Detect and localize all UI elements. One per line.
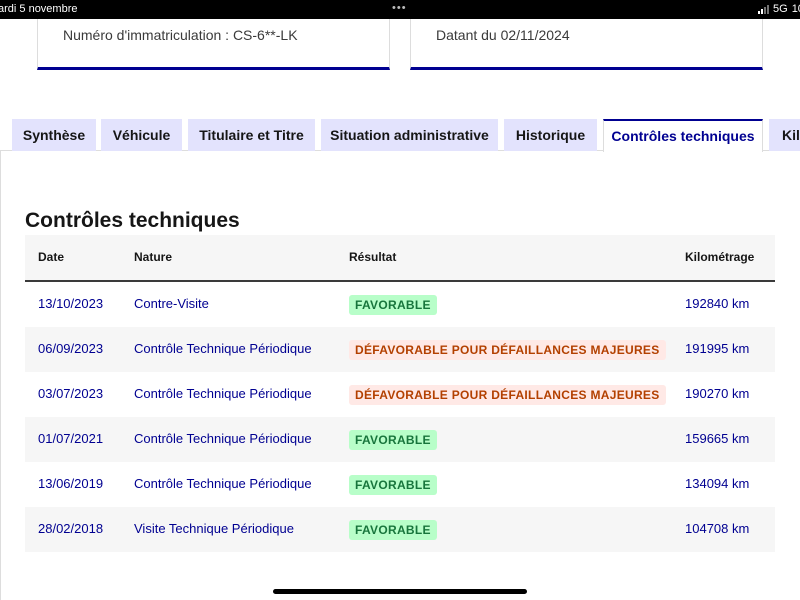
table-row: 06/09/2023 Contrôle Technique Périodique… [25,327,775,372]
tab-synthese[interactable]: Synthèse [12,119,96,151]
result-badge: FAVORABLE [349,475,437,495]
registration-number: Numéro d'immatriculation : CS-6**-LK [63,27,298,43]
technical-inspections-table: Date Nature Résultat Kilométrage 13/10/2… [25,235,775,552]
tab-historique[interactable]: Historique [504,119,597,151]
panel-border [0,150,1,600]
result-badge: FAVORABLE [349,430,437,450]
status-bar: ardi 5 novembre ••• 5G 10 [0,0,800,19]
column-header-result: Résultat [349,250,397,264]
row-date: 28/02/2018 [38,521,104,536]
tab-titulaire-et-titre[interactable]: Titulaire et Titre [188,119,315,151]
tab-list: Synthèse Véhicule Titulaire et Titre Sit… [0,119,800,152]
row-date: 01/07/2021 [38,431,104,446]
row-date: 06/09/2023 [38,341,104,356]
table-row: 13/10/2023 Contre-Visite FAVORABLE 19284… [25,282,775,327]
status-right: 5G 10 [758,3,800,15]
table-row: 03/07/2023 Contrôle Technique Périodique… [25,372,775,417]
row-nature: Contrôle Technique Périodique [134,386,312,401]
tab-situation-administrative[interactable]: Situation administrative [321,119,498,151]
table-header: Date Nature Résultat Kilométrage [25,235,775,282]
row-km: 192840 km [685,296,750,311]
row-nature: Contre-Visite [134,296,209,311]
battery-label: 10 [791,3,800,15]
tab-controles-techniques[interactable]: Contrôles techniques [603,119,763,152]
row-km: 134094 km [685,476,750,491]
column-header-date: Date [38,250,65,264]
row-km: 191995 km [685,341,750,356]
multitasking-dots-icon[interactable]: ••• [392,2,407,14]
row-km: 159665 km [685,431,750,446]
table-row: 01/07/2021 Contrôle Technique Périodique… [25,417,775,462]
result-badge: DÉFAVORABLE POUR DÉFAILLANCES MAJEURES [349,340,666,360]
result-badge: FAVORABLE [349,520,437,540]
row-date: 13/06/2019 [38,476,104,491]
registration-card: Numéro d'immatriculation : CS-6**-LK [37,19,390,70]
page-title: Contrôles techniques [25,209,240,232]
network-label: 5G [773,3,788,15]
row-nature: Contrôle Technique Périodique [134,476,312,491]
tab-kilometrage[interactable]: Kilo [769,119,800,151]
result-badge: DÉFAVORABLE POUR DÉFAILLANCES MAJEURES [349,385,666,405]
row-date: 03/07/2023 [38,386,104,401]
row-km: 104708 km [685,521,750,536]
row-km: 190270 km [685,386,750,401]
row-nature: Contrôle Technique Périodique [134,341,312,356]
row-nature: Contrôle Technique Périodique [134,431,312,446]
column-header-km: Kilométrage [685,250,755,264]
home-indicator[interactable] [273,589,527,594]
status-date: ardi 5 novembre [0,3,78,15]
tab-vehicule[interactable]: Véhicule [101,119,182,151]
column-header-nature: Nature [134,250,173,264]
date-card: Datant du 02/11/2024 [410,19,763,70]
row-date: 13/10/2023 [38,296,104,311]
row-nature: Visite Technique Périodique [134,521,294,536]
signal-icon [758,4,769,14]
certificate-date: Datant du 02/11/2024 [436,27,570,43]
result-badge: FAVORABLE [349,295,437,315]
table-row: 13/06/2019 Contrôle Technique Périodique… [25,462,775,507]
table-row: 28/02/2018 Visite Technique Périodique F… [25,507,775,552]
